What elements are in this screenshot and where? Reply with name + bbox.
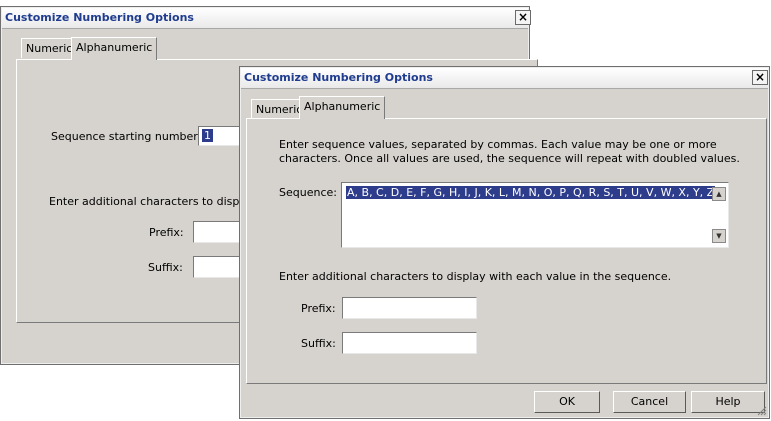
back-start-label: Sequence starting number: bbox=[51, 130, 202, 143]
prefix-input[interactable] bbox=[342, 297, 477, 319]
scroll-down-icon[interactable]: ▼ bbox=[712, 229, 726, 243]
sequence-textarea[interactable]: A, B, C, D, E, F, G, H, I, J, K, L, M, N… bbox=[341, 182, 729, 248]
tab-alphanumeric[interactable]: Alphanumeric bbox=[299, 96, 386, 119]
front-dialog-close-button[interactable]: × bbox=[752, 70, 768, 85]
cancel-button[interactable]: Cancel bbox=[613, 391, 686, 413]
back-start-value: 1 bbox=[202, 129, 213, 142]
front-dialog-titlebar: Customize Numbering Options × bbox=[241, 68, 768, 89]
suffix-label: Suffix: bbox=[301, 337, 336, 350]
scroll-up-icon[interactable]: ▲ bbox=[712, 187, 726, 201]
suffix-input[interactable] bbox=[342, 332, 477, 354]
front-dialog: Customize Numbering Options × Numeric Al… bbox=[239, 66, 770, 419]
back-additional-text: Enter additional characters to display w bbox=[49, 195, 269, 208]
back-suffix-label: Suffix: bbox=[148, 261, 183, 274]
ok-button[interactable]: OK bbox=[534, 391, 600, 413]
prefix-label: Prefix: bbox=[301, 302, 336, 315]
additional-chars-text: Enter additional characters to display w… bbox=[279, 270, 672, 283]
sequence-value: A, B, C, D, E, F, G, H, I, J, K, L, M, N… bbox=[346, 186, 716, 199]
back-prefix-label: Prefix: bbox=[149, 226, 184, 239]
resize-grip-icon[interactable] bbox=[755, 404, 767, 416]
sequence-label: Sequence: bbox=[279, 186, 337, 199]
instructions-line-2: characters. Once all values are used, th… bbox=[279, 152, 740, 165]
front-dialog-title: Customize Numbering Options bbox=[244, 71, 433, 84]
back-dialog-titlebar: Customize Numbering Options × bbox=[2, 8, 531, 29]
instructions-line-1: Enter sequence values, separated by comm… bbox=[279, 138, 717, 151]
help-button[interactable]: Help bbox=[691, 391, 765, 413]
back-dialog-title: Customize Numbering Options bbox=[5, 11, 194, 24]
back-dialog-close-button[interactable]: × bbox=[515, 10, 531, 25]
back-tab-numeric[interactable]: Numeric bbox=[21, 38, 78, 58]
front-tab-panel: Enter sequence values, separated by comm… bbox=[246, 118, 767, 384]
back-tab-alphanumeric[interactable]: Alphanumeric bbox=[71, 37, 158, 60]
